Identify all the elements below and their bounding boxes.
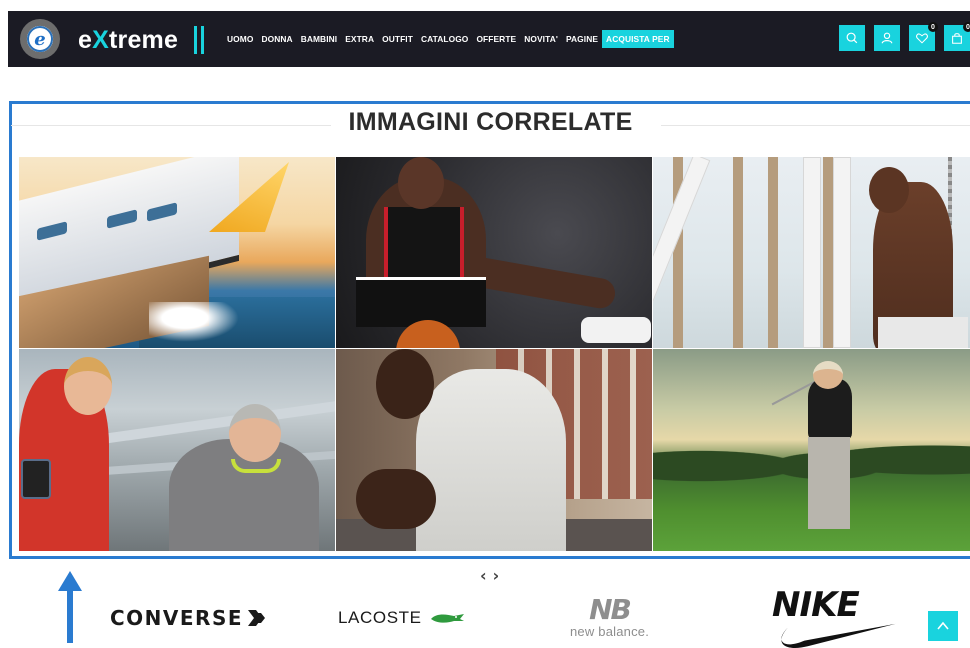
brand-converse[interactable]: CONVERSE (110, 588, 272, 648)
heart-icon (916, 33, 928, 44)
cart-icon (952, 33, 962, 44)
logo-text-part: e (78, 26, 93, 54)
logo-bars-decoration (194, 26, 206, 54)
carousel-next-button[interactable]: › (493, 566, 500, 585)
nav-item-outfit[interactable]: OUTFIT (378, 30, 417, 48)
carousel-prev-button[interactable]: ‹ (480, 566, 487, 585)
nav-item-novita[interactable]: NOVITA' (520, 30, 562, 48)
carousel-controls: ‹ › (480, 566, 499, 585)
cart-button[interactable]: 0 (944, 22, 970, 51)
nav-item-acquista-per[interactable]: ACQUISTA PER (602, 30, 674, 48)
wishlist-count-badge: 0 (928, 22, 938, 32)
lacoste-wordmark: LACOSTE (338, 608, 422, 627)
brand-logos-strip: CONVERSE LACOSTE NB new balance. NIKE (100, 588, 920, 648)
converse-chevron-icon (248, 610, 266, 626)
back-to-top-button[interactable] (928, 611, 958, 641)
section-title: IMMAGINI CORRELATE (348, 108, 633, 136)
gym-rings-athlete-image[interactable] (653, 157, 970, 348)
nike-wordmark: NIKE (772, 585, 860, 625)
nav-item-pagine[interactable]: PAGINE (562, 30, 602, 48)
brand-new-balance[interactable]: NB new balance. (570, 588, 649, 648)
logo-text-part: treme (108, 26, 179, 54)
search-button[interactable] (839, 25, 865, 51)
nav-item-bambini[interactable]: BAMBINI (297, 30, 342, 48)
trusted-shops-badge[interactable]: e (20, 19, 60, 59)
account-button[interactable] (874, 25, 900, 51)
chevron-up-icon (937, 621, 949, 630)
nav-item-catalogo[interactable]: CATALOGO (417, 30, 472, 48)
crocodile-icon (430, 614, 464, 623)
brand-lacoste[interactable]: LACOSTE (338, 588, 466, 648)
image-grid (19, 157, 970, 551)
sailing-boat-image[interactable] (19, 157, 335, 348)
main-nav: UOMO DONNA BAMBINI EXTRA OUTFIT CATALOGO… (223, 30, 674, 48)
brand-nike[interactable]: NIKE (772, 588, 902, 648)
logo-text-x: X (92, 26, 109, 54)
site-header: e eXtreme UOMO DONNA BAMBINI EXTRA OUTFI… (8, 11, 970, 67)
hoodie-runner-image[interactable] (336, 349, 652, 551)
trusted-shops-logo-icon: e (27, 26, 53, 52)
user-icon (881, 32, 893, 44)
section-title-row: IMMAGINI CORRELATE (11, 108, 970, 142)
nike-swoosh-icon (781, 623, 896, 648)
new-balance-wordmark: new balance. (570, 624, 650, 639)
cart-count-badge: 0 (963, 22, 970, 32)
nav-item-extra[interactable]: EXTRA (341, 30, 378, 48)
nav-item-donna[interactable]: DONNA (257, 30, 296, 48)
runners-conversation-image[interactable] (19, 349, 335, 551)
brand-logo[interactable]: eXtreme (78, 26, 178, 55)
golfer-image[interactable] (653, 349, 970, 551)
converse-wordmark: CONVERSE (110, 606, 244, 630)
nav-item-uomo[interactable]: UOMO (223, 30, 257, 48)
up-arrow-icon (58, 571, 82, 643)
new-balance-mark: NB (589, 593, 632, 626)
search-icon (846, 32, 858, 44)
basketball-player-image[interactable] (336, 157, 652, 348)
wishlist-button[interactable]: 0 (909, 22, 938, 51)
header-icons: 0 0 (839, 22, 970, 51)
nav-item-offerte[interactable]: OFFERTE (472, 30, 520, 48)
